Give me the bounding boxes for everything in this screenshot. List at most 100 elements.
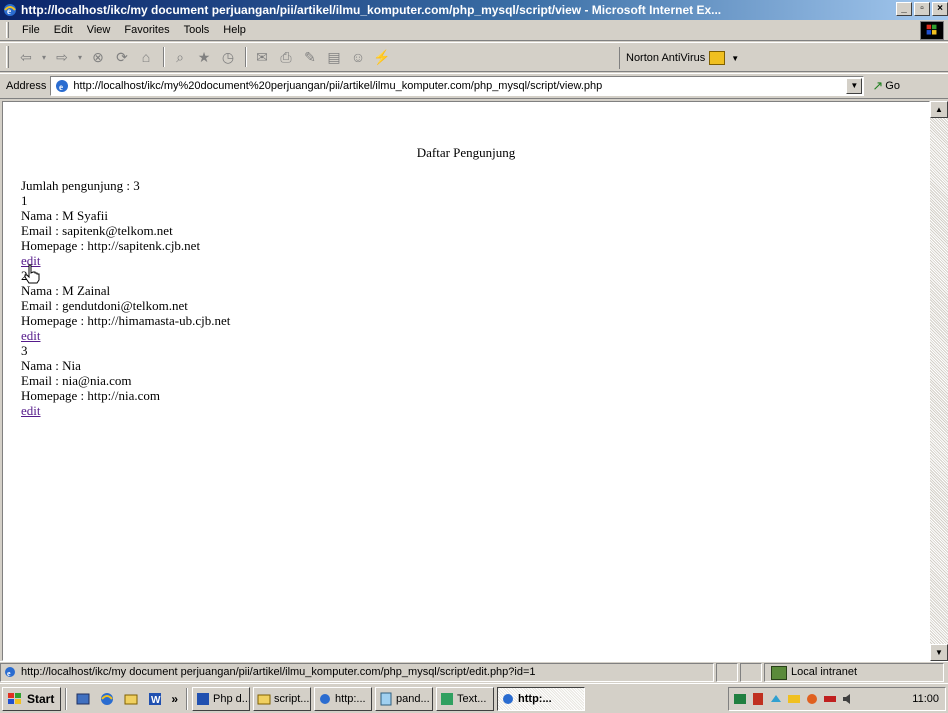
start-flag-icon: [8, 692, 21, 704]
refresh-icon[interactable]: ⟳: [111, 46, 133, 68]
status-text: http://localhost/ikc/my document perjuan…: [21, 666, 536, 678]
scroll-up-icon[interactable]: ▲: [930, 101, 948, 118]
address-input[interactable]: e http://localhost/ikc/my%20document%20p…: [50, 76, 865, 96]
status-bar: e http://localhost/ikc/my document perju…: [0, 661, 948, 682]
stop-icon[interactable]: ⊗: [87, 46, 109, 68]
task-button[interactable]: Php d...: [192, 686, 251, 711]
forward-dropdown-icon[interactable]: ▾: [75, 46, 85, 68]
status-text-panel: e http://localhost/ikc/my document perju…: [0, 662, 714, 682]
text-editor-icon: [441, 692, 454, 705]
menu-file[interactable]: File: [15, 24, 47, 36]
norton-toolbar: Norton AntiVirus ▼: [619, 47, 739, 69]
page-heading: Daftar Pengunjung: [416, 145, 516, 160]
folder-search-icon: [257, 694, 271, 704]
task-button[interactable]: pand...: [375, 686, 434, 711]
task-label: script...: [274, 692, 310, 705]
tray-app-icon[interactable]: [787, 692, 801, 706]
svg-text:W: W: [151, 695, 161, 706]
print-icon[interactable]: ⎙: [275, 46, 297, 68]
mail-icon[interactable]: ✉: [251, 46, 273, 68]
status-panel: [716, 662, 738, 682]
address-url[interactable]: http://localhost/ikc/my%20document%20per…: [73, 80, 843, 92]
visitor-email: Email : nia@nia.com: [21, 373, 132, 388]
minimize-button[interactable]: _: [896, 2, 912, 16]
discuss-icon[interactable]: ▤: [323, 46, 345, 68]
window-title: http://localhost/ikc/my document perjuan…: [21, 3, 722, 17]
back-dropdown-icon[interactable]: ▾: [39, 46, 49, 68]
taskbar-separator: [186, 687, 189, 710]
visitor-nama: Nama : M Syafii: [21, 208, 109, 223]
task-button[interactable]: Text...: [436, 686, 495, 711]
page-content: Daftar Pengunjung Jumlah pengunjung : 3 …: [2, 101, 930, 661]
menu-bar: File Edit View Favorites Tools Help: [0, 20, 948, 41]
menu-edit[interactable]: Edit: [47, 24, 80, 36]
ie-task-icon: [320, 693, 331, 704]
title-bar: e http://localhost/ikc/my document perju…: [0, 0, 948, 20]
visitor-homepage: Homepage : http://himamasta-ub.cjb.net: [21, 313, 231, 328]
word-quicklaunch-icon[interactable]: W: [147, 691, 163, 707]
visitor-homepage: Homepage : http://nia.com: [21, 388, 160, 403]
local-intranet-icon: [771, 665, 787, 680]
quicklaunch-more[interactable]: »: [171, 692, 178, 706]
visitor-number: 3: [21, 343, 28, 358]
svg-text:e: e: [59, 82, 63, 92]
tray-volume-icon[interactable]: [841, 692, 855, 706]
forward-icon[interactable]: ⇨: [51, 46, 73, 68]
show-desktop-icon[interactable]: [75, 691, 91, 707]
visitor-number: 2: [21, 268, 28, 283]
notepad-icon: [380, 692, 392, 705]
menu-grip[interactable]: [6, 22, 9, 38]
task-button[interactable]: http:...: [314, 686, 373, 711]
start-button[interactable]: Start: [2, 686, 62, 711]
tray-app-icon[interactable]: [733, 692, 747, 706]
ie-quicklaunch-icon[interactable]: [99, 691, 115, 707]
tray-app-icon[interactable]: [823, 692, 837, 706]
messenger-icon[interactable]: ☺: [347, 46, 369, 68]
zone-label: Local intranet: [791, 666, 858, 678]
toolbar-grip[interactable]: [6, 46, 9, 68]
menu-help[interactable]: Help: [216, 24, 253, 36]
windows-logo-icon: [920, 21, 944, 40]
edit-link[interactable]: edit: [21, 403, 41, 418]
visitor-homepage: Homepage : http://sapitenk.cjb.net: [21, 238, 201, 253]
tray-app-icon[interactable]: [805, 692, 819, 706]
page-status-icon: e: [5, 667, 15, 678]
visitor-nama: Nama : M Zainal: [21, 283, 111, 298]
hand-cursor-icon: [24, 264, 40, 284]
go-button[interactable]: ↗ Go: [872, 78, 900, 94]
ie-icon: e: [4, 4, 16, 16]
svg-text:e: e: [7, 6, 11, 16]
vertical-scrollbar[interactable]: ▲ ▼: [930, 101, 948, 661]
task-label: http:...: [518, 692, 552, 705]
task-button[interactable]: script...: [253, 686, 312, 711]
menu-view[interactable]: View: [80, 24, 118, 36]
back-icon[interactable]: ⇦: [15, 46, 37, 68]
address-dropdown-icon[interactable]: ▼: [846, 78, 863, 94]
security-zone: Local intranet: [764, 662, 944, 682]
clock[interactable]: 11:00: [912, 693, 939, 705]
menu-tools[interactable]: Tools: [177, 24, 217, 36]
tray-network-icon[interactable]: [769, 692, 783, 706]
task-button-active[interactable]: http:...: [497, 686, 586, 711]
norton-dropdown-icon[interactable]: ▼: [731, 54, 739, 63]
norton-icon[interactable]: [709, 51, 726, 65]
system-tray: 11:00: [728, 687, 946, 711]
ie-task-icon: [503, 693, 514, 704]
search-icon[interactable]: ⌕: [169, 46, 191, 68]
history-icon[interactable]: ◷: [217, 46, 239, 68]
explorer-quicklaunch-icon[interactable]: [123, 691, 139, 707]
menu-favorites[interactable]: Favorites: [117, 24, 176, 36]
favorites-icon[interactable]: ★: [193, 46, 215, 68]
scroll-down-icon[interactable]: ▼: [930, 644, 948, 661]
edit-icon[interactable]: ✎: [299, 46, 321, 68]
toolbar-separator: [163, 47, 165, 67]
tray-app-icon[interactable]: [751, 692, 765, 706]
home-icon[interactable]: ⌂: [135, 46, 157, 68]
edit-link[interactable]: edit: [21, 328, 41, 343]
word-doc-icon: [197, 692, 210, 705]
go-icon: ↗: [872, 78, 884, 93]
maximize-button[interactable]: ▫: [914, 2, 930, 16]
related-icon[interactable]: ⚡: [371, 46, 393, 68]
task-label: pand...: [396, 692, 430, 705]
close-button[interactable]: ×: [932, 2, 948, 16]
